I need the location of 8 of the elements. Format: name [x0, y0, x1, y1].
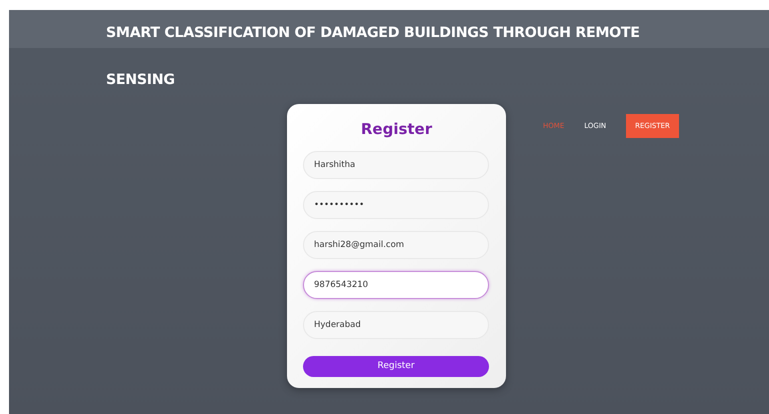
- input-field[interactable]: Hyderabad: [303, 310, 489, 338]
- input-field[interactable]: 9876543210: [303, 270, 489, 298]
- input-field[interactable]: harshi28@gmail.com: [303, 230, 489, 258]
- input-field[interactable]: ••••••••••: [303, 190, 489, 218]
- form-title: Register: [360, 119, 434, 140]
- input-field[interactable]: Harshitha: [303, 150, 489, 178]
- register-button[interactable]: Register: [303, 356, 489, 377]
- page-title: SMART CLASSIFICATION OF DAMAGED BUILDINGS THROUGH REMOTE SENSING: [105, 24, 641, 90]
